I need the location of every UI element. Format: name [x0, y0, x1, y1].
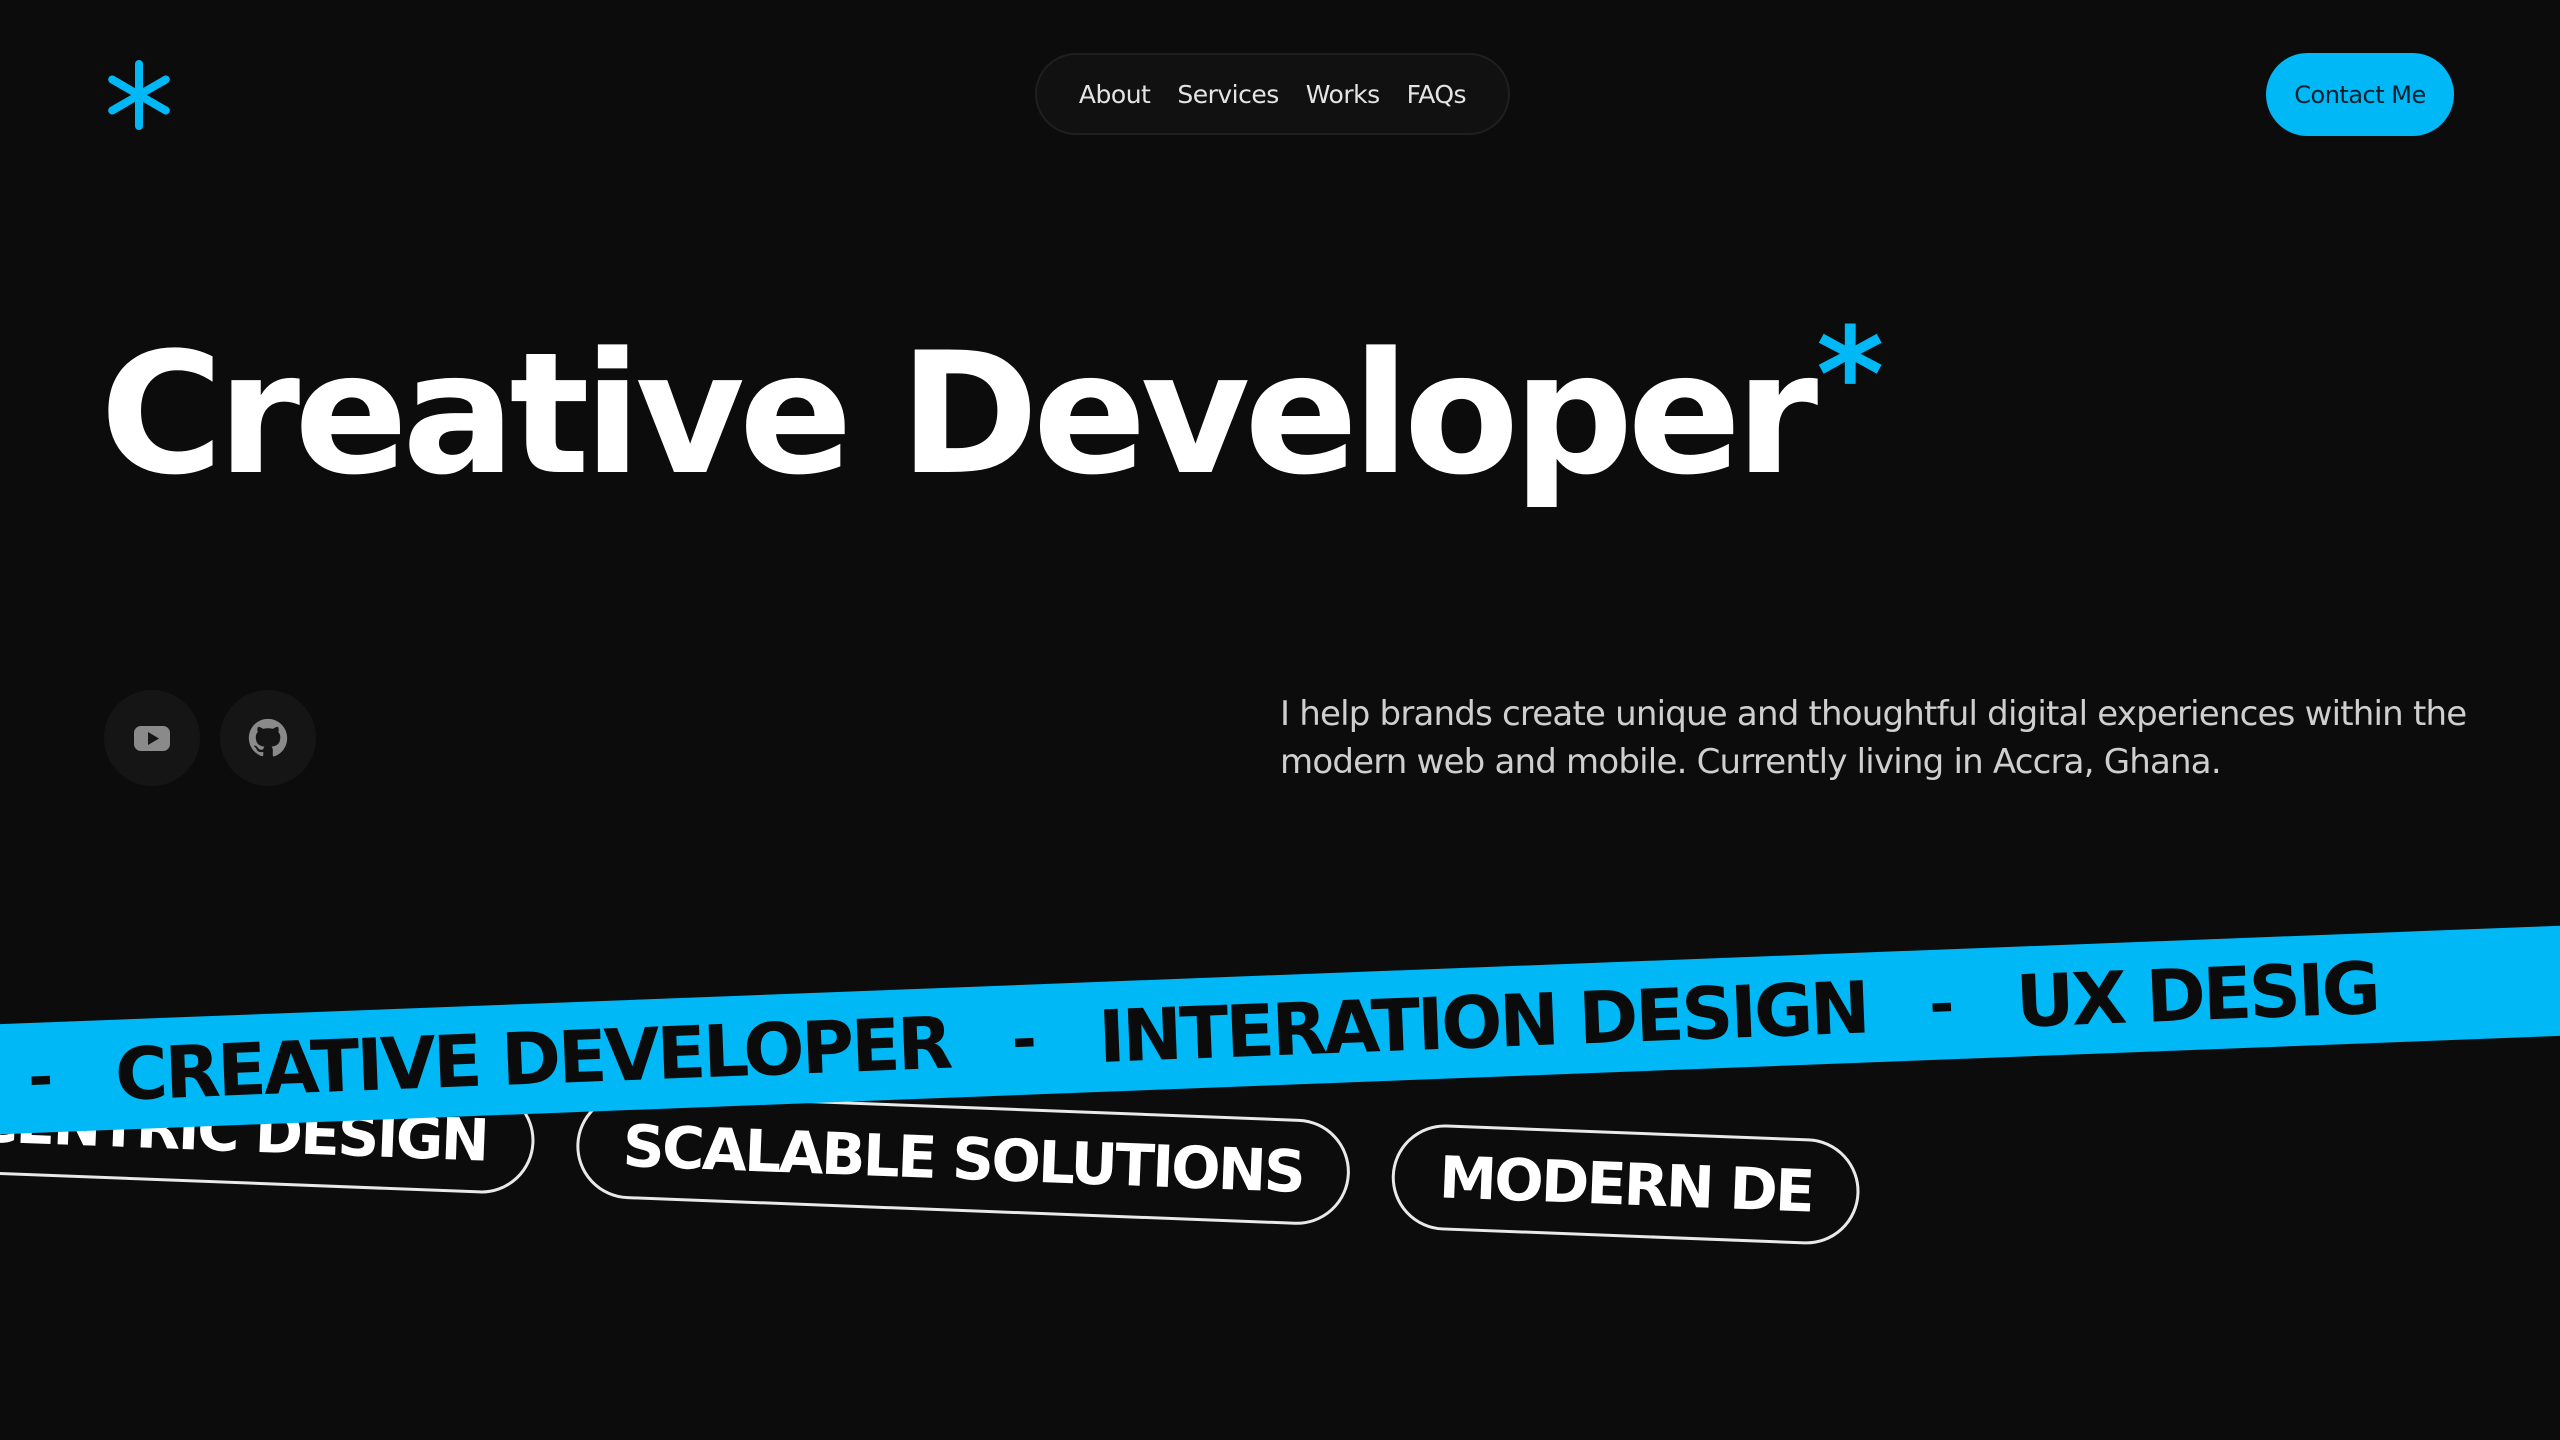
- asterisk-logo-icon[interactable]: [104, 60, 174, 130]
- skill-pill: SCALABLE SOLUTIONS: [573, 1091, 1353, 1227]
- marquee-item: INTERATION DESIGN: [1096, 965, 1869, 1079]
- marquee-separator: -: [1927, 969, 1956, 1041]
- marquee-item: UX DESIG: [2014, 945, 2380, 1044]
- github-icon: [248, 718, 288, 757]
- github-link[interactable]: [220, 690, 316, 786]
- marquee-separator: -: [26, 1042, 55, 1114]
- nav-item-about[interactable]: About: [1079, 80, 1151, 109]
- hero-title-asterisk: *: [1816, 299, 1884, 451]
- nav-item-services[interactable]: Services: [1177, 80, 1279, 109]
- page: About Services Works FAQs Contact Me Cre…: [0, 0, 2560, 1440]
- hero-title: Creative Developer*: [100, 310, 1884, 498]
- nav-item-works[interactable]: Works: [1306, 80, 1380, 109]
- youtube-link[interactable]: [104, 690, 200, 786]
- hero-description: I help brands create unique and thoughtf…: [1280, 694, 2467, 782]
- hero-title-text: Creative Developer: [100, 316, 1818, 512]
- nav-item-faqs[interactable]: FAQs: [1407, 80, 1467, 109]
- youtube-icon: [134, 726, 170, 751]
- skill-pill: MODERN DE: [1390, 1122, 1862, 1247]
- marquee-item: CREATIVE DEVELOPER: [113, 1000, 952, 1117]
- marquee-separator: -: [1010, 1004, 1038, 1076]
- contact-me-button[interactable]: Contact Me: [2266, 53, 2454, 136]
- main-nav: About Services Works FAQs: [1035, 53, 1510, 135]
